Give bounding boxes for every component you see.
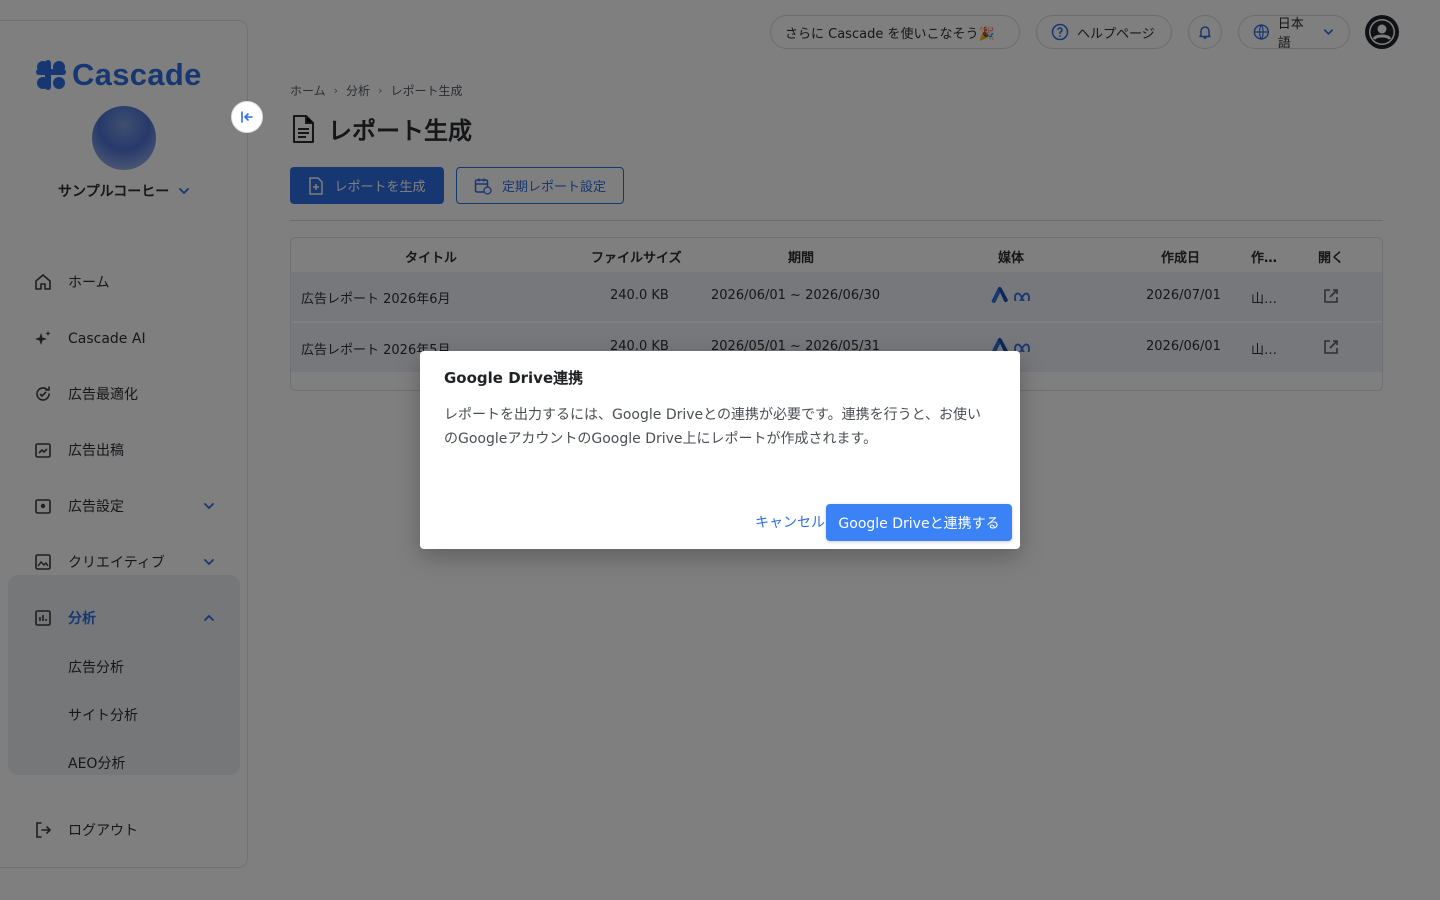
- collapse-sidebar-button[interactable]: [231, 101, 263, 133]
- collapse-left-icon: [241, 111, 253, 123]
- dialog-title: Google Drive連携: [444, 369, 584, 387]
- google-drive-dialog: Google Drive連携 レポートを出力するには、Google Driveと…: [420, 351, 1020, 549]
- dialog-message: レポートを出力するには、Google Driveとの連携が必要です。連携を行うと…: [444, 407, 982, 447]
- connect-google-drive-button[interactable]: Google Driveと連携する: [826, 504, 1012, 541]
